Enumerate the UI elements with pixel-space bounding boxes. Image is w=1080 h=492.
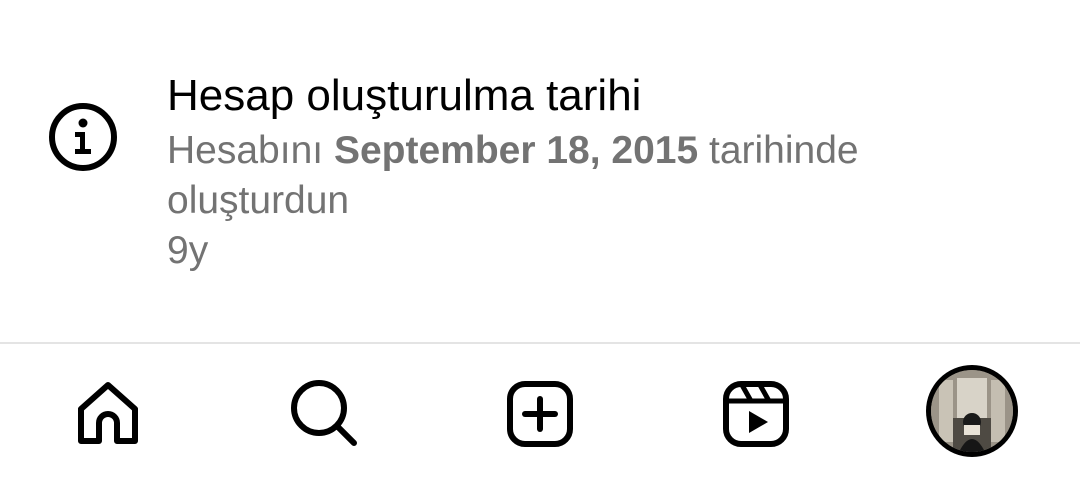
- account-age: 9y: [167, 229, 209, 272]
- home-icon: [78, 382, 138, 444]
- account-created-description: Hesabını September 18, 2015 tarihinde ol…: [167, 126, 927, 226]
- nav-profile-button[interactable]: [926, 365, 1018, 457]
- description-prefix: Hesabını: [167, 129, 334, 172]
- account-created-date: September 18, 2015: [333, 129, 699, 172]
- nav-search-button[interactable]: [284, 374, 364, 454]
- plus-square-icon: [507, 381, 573, 447]
- account-created-text: Hesap oluşturulma tarihi Hesabını Septem…: [167, 68, 1027, 276]
- avatar: [931, 370, 1013, 452]
- account-created-row: Hesap oluşturulma tarihi Hesabını Septem…: [0, 0, 1080, 342]
- nav-reels-button[interactable]: [716, 374, 796, 454]
- info-circle-icon: [47, 101, 119, 173]
- search-icon: [291, 380, 357, 446]
- nav-create-button[interactable]: [500, 374, 580, 454]
- nav-home-button[interactable]: [68, 374, 148, 454]
- account-info-page: Hesap oluşturulma tarihi Hesabını Septem…: [0, 0, 1080, 492]
- reels-icon: [723, 381, 789, 447]
- bottom-navigation-bar: [0, 344, 1080, 492]
- account-created-title: Hesap oluşturulma tarihi: [167, 71, 642, 120]
